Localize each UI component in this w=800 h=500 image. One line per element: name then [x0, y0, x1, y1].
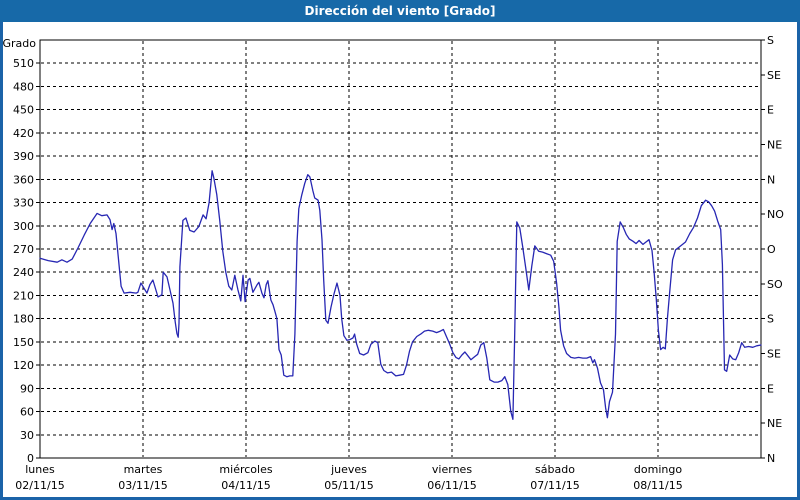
y-left-tick-label: 390 — [13, 150, 34, 163]
x-day-name-label: domingo — [634, 463, 682, 476]
x-day-date-label: 05/11/15 — [324, 479, 373, 492]
plot-border — [39, 39, 762, 459]
y-right-tick-label: NE — [767, 417, 782, 430]
y-left-tick-label: 240 — [13, 266, 34, 279]
y-left-tick-label: 210 — [13, 289, 34, 302]
x-day-name-label: jueves — [330, 463, 367, 476]
y-right-tick-label: S — [767, 313, 774, 326]
x-day-date-label: 02/11/15 — [15, 479, 64, 492]
y-right-tick-label: O — [767, 243, 776, 256]
y-right-tick-label: N — [767, 452, 775, 465]
y-right-tick-label: S — [767, 34, 774, 47]
y-right-tick-label: SE — [767, 69, 781, 82]
y-right-tick-label: E — [767, 104, 774, 117]
x-day-name-label: martes — [124, 463, 163, 476]
y-right-tick-label: E — [767, 382, 774, 395]
y-left-tick-label: 510 — [13, 57, 34, 70]
y-left-tick-label: 180 — [13, 313, 34, 326]
y-left-tick-label: 60 — [20, 406, 34, 419]
chart-canvas: 510 480 450 420 390 360 330 300 270 240 210 180 150 1… — [3, 34, 785, 492]
y-axis-left-title: Grado — [3, 37, 37, 50]
y-left-tick-label: 330 — [13, 197, 34, 210]
y-left-tick-label: 480 — [13, 80, 34, 93]
y-right-tick-label: N — [767, 173, 775, 186]
y-left-tick-label: 270 — [13, 243, 34, 256]
x-day-date-label: 03/11/15 — [118, 479, 167, 492]
x-day-name-label: lunes — [25, 463, 55, 476]
x-day-name-label: viernes — [432, 463, 472, 476]
x-day-date-label: 08/11/15 — [633, 479, 682, 492]
x-day-name-label: miércoles — [219, 463, 272, 476]
y-left-tick-label: 120 — [13, 359, 34, 372]
chart-window: Dirección del viento [Grado] 510 480 450 42… — [0, 0, 800, 500]
y-right-tick-label: SE — [767, 348, 781, 361]
y-left-tick-label: 420 — [13, 127, 34, 140]
x-day-date-label: 04/11/15 — [221, 479, 270, 492]
y-left-tick-label: 90 — [20, 382, 34, 395]
y-right-tick-label: NE — [767, 139, 782, 152]
y-right-tick-label: SO — [767, 278, 783, 291]
y-left-tick-label: 30 — [20, 429, 34, 442]
x-day-name-label: sábado — [535, 463, 575, 476]
y-left-tick-label: 150 — [13, 336, 34, 349]
x-day-date-label: 06/11/15 — [427, 479, 476, 492]
y-left-tick-label: 450 — [13, 104, 34, 117]
y-right-tick-label: NO — [767, 208, 784, 221]
wind-direction-line — [39, 170, 762, 420]
x-day-date-label: 07/11/15 — [530, 479, 579, 492]
y-left-tick-label: 360 — [13, 173, 34, 186]
y-left-tick-label: 300 — [13, 220, 34, 233]
